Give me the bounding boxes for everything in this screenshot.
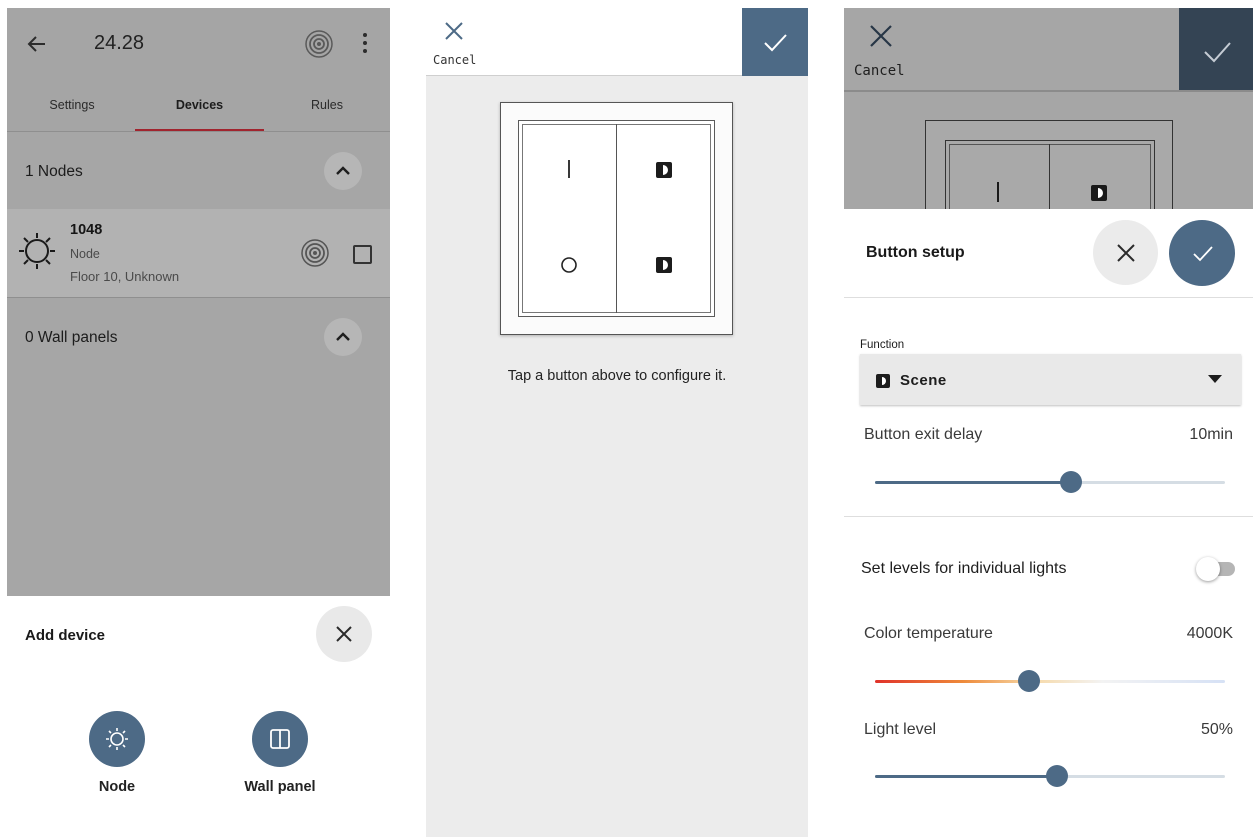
wall-panel-screen: Cancel Tap a button above to configure i…: [426, 8, 808, 837]
add-wall-panel-label[interactable]: Wall panel: [225, 779, 335, 795]
cancel-label[interactable]: Cancel: [854, 63, 905, 79]
cancel-button[interactable]: [443, 20, 465, 42]
divider: [844, 90, 1253, 92]
light-level-slider[interactable]: [875, 765, 1225, 787]
devices-screen: 24.28 Settings Devices Rules 1 Nodes 104…: [7, 8, 390, 837]
off-icon: [561, 257, 577, 273]
color-temperature-slider[interactable]: [875, 670, 1225, 692]
more-vertical-icon[interactable]: [361, 32, 369, 54]
sun-icon: [106, 728, 128, 750]
scene-icon: [656, 162, 672, 178]
node-location: Floor 10, Unknown: [70, 269, 180, 284]
on-icon: [993, 180, 1003, 204]
panel-button-top-right[interactable]: [617, 124, 711, 218]
exit-delay-slider[interactable]: [875, 471, 1225, 493]
sun-icon: [17, 231, 57, 271]
divider: [7, 297, 390, 298]
collapse-wall-panels-button[interactable]: [324, 318, 362, 356]
cancel-button[interactable]: [868, 23, 894, 49]
color-temperature-label: Color temperature: [864, 625, 993, 642]
confirm-button[interactable]: [1179, 8, 1253, 90]
slider-thumb[interactable]: [1060, 471, 1082, 493]
slider-fill: [875, 481, 1071, 484]
list-item[interactable]: [7, 209, 390, 297]
panel-button-bottom-left[interactable]: [522, 218, 616, 313]
check-icon: [1204, 42, 1231, 63]
tab-settings[interactable]: Settings: [37, 98, 107, 112]
button-setup-screen: Cancel Button setup Function Scene Butto…: [844, 8, 1253, 837]
add-node-button[interactable]: [89, 711, 145, 767]
tab-devices[interactable]: Devices: [157, 98, 242, 112]
confirm-button[interactable]: [742, 8, 808, 76]
divider: [844, 516, 1253, 517]
function-value: Scene: [900, 372, 947, 389]
back-arrow-icon[interactable]: [25, 32, 49, 56]
slider-thumb[interactable]: [1018, 670, 1040, 692]
close-sheet-button[interactable]: [316, 606, 372, 662]
chevron-up-icon: [336, 332, 350, 341]
top-app-bar: [7, 8, 390, 132]
wall-panels-section-title: 0 Wall panels: [25, 329, 118, 346]
check-icon: [1193, 246, 1213, 262]
individual-lights-label: Set levels for individual lights: [861, 560, 1067, 577]
sheet-title: Button setup: [866, 244, 965, 261]
close-icon: [336, 626, 352, 642]
light-level-label: Light level: [864, 721, 937, 738]
divider: [844, 297, 1253, 298]
toggle-thumb[interactable]: [1196, 557, 1220, 581]
panel-icon: [270, 729, 290, 749]
check-icon: [764, 34, 787, 52]
slider-thumb[interactable]: [1046, 765, 1068, 787]
add-wall-panel-button[interactable]: [252, 711, 308, 767]
close-icon: [445, 22, 463, 40]
cancel-label[interactable]: Cancel: [433, 53, 476, 67]
exit-delay-value: 10min: [1189, 426, 1233, 443]
exit-delay-label: Button exit delay: [864, 426, 983, 443]
collapse-nodes-button[interactable]: [324, 152, 362, 190]
apply-button[interactable]: [1169, 220, 1235, 286]
scene-icon: [656, 257, 672, 273]
tab-rules[interactable]: Rules: [297, 98, 357, 112]
light-level-value: 50%: [1200, 721, 1233, 738]
select-checkbox[interactable]: [353, 245, 372, 264]
instruction-text: Tap a button above to configure it.: [507, 368, 727, 384]
scene-icon: [875, 373, 891, 389]
dismiss-sheet-button[interactable]: [1093, 220, 1158, 285]
panel-button-bottom-right[interactable]: [617, 218, 711, 313]
dropdown-arrow-icon[interactable]: [1207, 374, 1223, 384]
node-name: 1048: [70, 222, 103, 238]
close-icon: [870, 25, 892, 47]
button-setup-sheet: [844, 209, 1253, 837]
nodes-section-title: 1 Nodes: [25, 163, 83, 180]
slider-fill: [875, 775, 1057, 778]
sheet-title: Add device: [25, 627, 106, 644]
node-type: Node: [70, 247, 100, 261]
target-icon[interactable]: [304, 29, 334, 59]
on-icon: [568, 160, 570, 178]
scene-icon: [1090, 184, 1108, 202]
panel-button-top-left[interactable]: [522, 124, 616, 218]
close-icon: [1117, 244, 1135, 262]
chevron-up-icon: [336, 166, 350, 175]
divider: [7, 131, 390, 132]
function-label: Function: [860, 339, 905, 351]
color-temperature-value: 4000K: [1186, 625, 1233, 642]
add-node-label[interactable]: Node: [67, 779, 167, 795]
identify-target-icon[interactable]: [300, 238, 330, 268]
page-title: 24.28: [94, 32, 145, 54]
